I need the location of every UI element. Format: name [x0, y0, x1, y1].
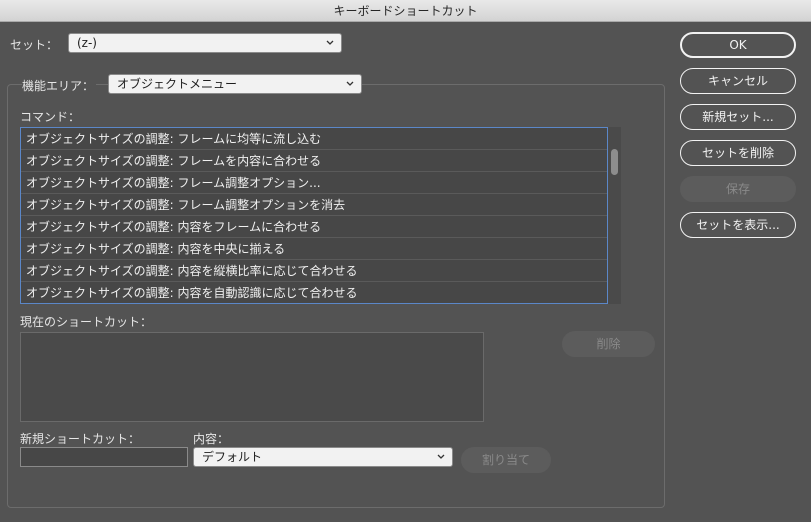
assign-button[interactable]: 割り当て [461, 447, 551, 473]
ok-button[interactable]: OK [680, 32, 796, 58]
list-item[interactable]: オブジェクトサイズの調整: 内容を中央に揃える [21, 238, 607, 260]
show-set-button[interactable]: セットを表示... [680, 212, 796, 238]
set-label: セット： [10, 38, 59, 52]
new-shortcut-label: 新規ショートカット： [20, 432, 141, 446]
current-shortcuts-list[interactable] [20, 332, 484, 422]
scrollbar-thumb[interactable] [611, 149, 618, 175]
area-dropdown[interactable]: オブジェクトメニュー [108, 74, 362, 94]
save-button[interactable]: 保存 [680, 176, 796, 202]
remove-shortcut-button[interactable]: 削除 [562, 331, 655, 357]
delete-set-button[interactable]: セットを削除 [680, 140, 796, 166]
context-dropdown-value: デフォルト [202, 450, 263, 464]
context-label: 内容： [193, 432, 230, 446]
commands-list[interactable]: オブジェクトサイズの調整: フレームに均等に流し込む オブジェクトサイズの調整:… [20, 127, 608, 304]
window-title: キーボードショートカット [0, 0, 811, 22]
set-dropdown-value: (z-) [77, 36, 97, 50]
commands-scrollbar[interactable] [608, 127, 621, 304]
area-dropdown-value: オブジェクトメニュー [117, 77, 238, 91]
list-item[interactable]: オブジェクトサイズの調整: 内容を縦横比率に応じて合わせる [21, 260, 607, 282]
list-item[interactable]: オブジェクトサイズの調整: フレーム調整オプションを消去 [21, 194, 607, 216]
new-set-button[interactable]: 新規セット... [680, 104, 796, 130]
list-item[interactable]: オブジェクトサイズの調整: 内容をフレームに合わせる [21, 216, 607, 238]
list-item[interactable]: オブジェクトサイズの調整: フレームを内容に合わせる [21, 150, 607, 172]
cancel-button[interactable]: キャンセル [680, 68, 796, 94]
area-label: 機能エリア： [22, 77, 97, 94]
commands-label: コマンド： [20, 110, 81, 124]
context-dropdown[interactable]: デフォルト [193, 447, 453, 467]
list-item[interactable]: オブジェクトサイズの調整: フレームに均等に流し込む [21, 128, 607, 150]
chevron-down-icon [437, 454, 445, 459]
list-item[interactable]: オブジェクトサイズの調整: 内容を自動認識に応じて合わせる [21, 282, 607, 303]
list-item[interactable]: オブジェクトサイズの調整: フレーム調整オプション... [21, 172, 607, 194]
chevron-down-icon [326, 40, 334, 45]
new-shortcut-field[interactable] [20, 447, 188, 467]
set-dropdown[interactable]: (z-) [68, 33, 342, 53]
chevron-down-icon [346, 81, 354, 86]
current-shortcuts-label: 現在のショートカット： [20, 315, 153, 329]
